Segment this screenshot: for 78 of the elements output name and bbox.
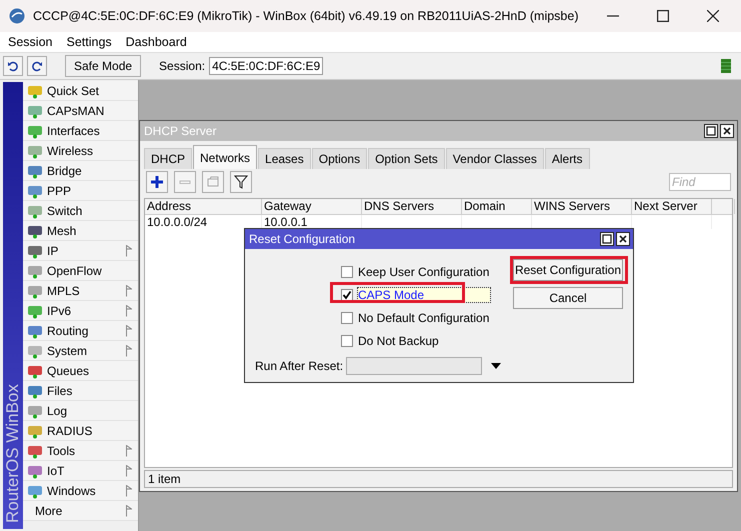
- dialog-title: Reset Configuration: [249, 232, 356, 246]
- tab[interactable]: Options: [312, 148, 368, 169]
- close-icon[interactable]: [616, 232, 630, 246]
- tab[interactable]: Alerts: [544, 148, 590, 169]
- status-indicator-icon: [721, 59, 731, 73]
- checkbox-label[interactable]: Do Not Backup: [358, 334, 439, 348]
- tab[interactable]: DHCP: [144, 148, 192, 169]
- tab[interactable]: Leases: [258, 148, 311, 169]
- sidebar-item[interactable]: CAPsMAN: [23, 101, 138, 121]
- maximize-icon[interactable]: [704, 124, 718, 138]
- filter-button[interactable]: [230, 171, 252, 193]
- checkbox[interactable]: [341, 312, 353, 324]
- sidebar-item[interactable]: Wireless: [23, 141, 138, 161]
- close-icon[interactable]: [720, 124, 734, 138]
- table-cell: 10.0.0.1: [264, 215, 308, 229]
- checkbox-label[interactable]: No Default Configuration: [358, 310, 490, 324]
- sidebar-item[interactable]: OpenFlow: [23, 261, 138, 281]
- field-label: Run After Reset:: [255, 359, 344, 373]
- menu-item[interactable]: Session: [8, 35, 52, 49]
- find-field[interactable]: Find: [669, 173, 731, 191]
- undo-button[interactable]: [3, 56, 23, 76]
- sidebar-item[interactable]: Bridge: [23, 161, 138, 181]
- checkbox[interactable]: [341, 266, 353, 278]
- table-cell: 10.0.0.0/24: [147, 215, 208, 229]
- dialog-button[interactable]: Reset Configuration: [513, 259, 623, 281]
- column-header[interactable]: DNS Servers: [362, 199, 462, 214]
- tab[interactable]: Vendor Classes: [446, 148, 544, 169]
- plus-icon: [150, 175, 164, 189]
- sidebar-item[interactable]: Log: [23, 401, 138, 421]
- sidebar-item[interactable]: Tools: [23, 441, 138, 461]
- window-title: DHCP Server: [144, 124, 216, 138]
- add-button[interactable]: [146, 171, 168, 193]
- maximize-icon[interactable]: [657, 10, 669, 22]
- sidebar-item[interactable]: Mesh: [23, 221, 138, 241]
- app-logo-icon: [9, 8, 25, 24]
- status-bar: 1 item: [144, 470, 733, 488]
- checkbox[interactable]: [341, 334, 353, 346]
- sidebar-item[interactable]: Switch: [23, 201, 138, 221]
- sidebar-item[interactable]: More: [23, 501, 138, 521]
- maximize-icon[interactable]: [600, 232, 614, 246]
- safe-mode-button[interactable]: Safe Mode: [65, 55, 142, 77]
- session-field[interactable]: 4C:5E:0C:DF:6C:E9: [209, 57, 324, 75]
- checkbox[interactable]: [341, 288, 353, 300]
- column-header[interactable]: WINS Servers: [532, 199, 632, 214]
- run-after-reset-field[interactable]: [346, 357, 482, 375]
- column-header[interactable]: Address: [145, 199, 262, 214]
- sidebar-item[interactable]: Quick Set: [23, 81, 138, 101]
- brand-label: RouterOS WinBox: [3, 82, 23, 529]
- sidebar-item[interactable]: System: [23, 341, 138, 361]
- window-title: CCCP@4C:5E:0C:DF:6C:E9 (MikroTik) - WinBox (64bit) v6.49.19 on RB2011UiAS-2HnD (mipsbe): [33, 9, 578, 23]
- sidebar-item[interactable]: IP: [23, 241, 138, 261]
- checkbox-label[interactable]: Keep User Configuration: [358, 264, 490, 278]
- sidebar-item[interactable]: RADIUS: [23, 421, 138, 441]
- tab[interactable]: Option Sets: [368, 148, 445, 169]
- column-header[interactable]: Next Server: [632, 199, 712, 214]
- dialog-button[interactable]: Cancel: [513, 287, 623, 309]
- checkbox-label[interactable]: CAPS Mode: [358, 288, 490, 302]
- sidebar-item[interactable]: IPv6: [23, 301, 138, 321]
- sidebar-item[interactable]: PPP: [23, 181, 138, 201]
- column-header[interactable]: Domain: [462, 199, 532, 214]
- undo-icon: [7, 60, 19, 72]
- sidebar-item[interactable]: Interfaces: [23, 121, 138, 141]
- dropdown-arrow-icon[interactable]: [491, 363, 502, 369]
- menu-item[interactable]: Dashboard: [126, 35, 187, 49]
- sidebar-item[interactable]: Windows: [23, 481, 138, 501]
- tab[interactable]: Networks: [193, 145, 258, 169]
- sidebar-item[interactable]: MPLS: [23, 281, 138, 301]
- redo-icon: [31, 60, 43, 72]
- redo-button[interactable]: [27, 56, 47, 76]
- session-label: Session:: [159, 59, 206, 73]
- filter-icon: [234, 175, 248, 189]
- sidebar-item[interactable]: Queues: [23, 361, 138, 381]
- close-icon[interactable]: [707, 10, 719, 22]
- menu-item[interactable]: Settings: [66, 35, 112, 49]
- sidebar-item[interactable]: Routing: [23, 321, 138, 341]
- sidebar-item[interactable]: IoT: [23, 461, 138, 481]
- sidebar-item[interactable]: Files: [23, 381, 138, 401]
- column-header[interactable]: Gateway: [262, 199, 362, 214]
